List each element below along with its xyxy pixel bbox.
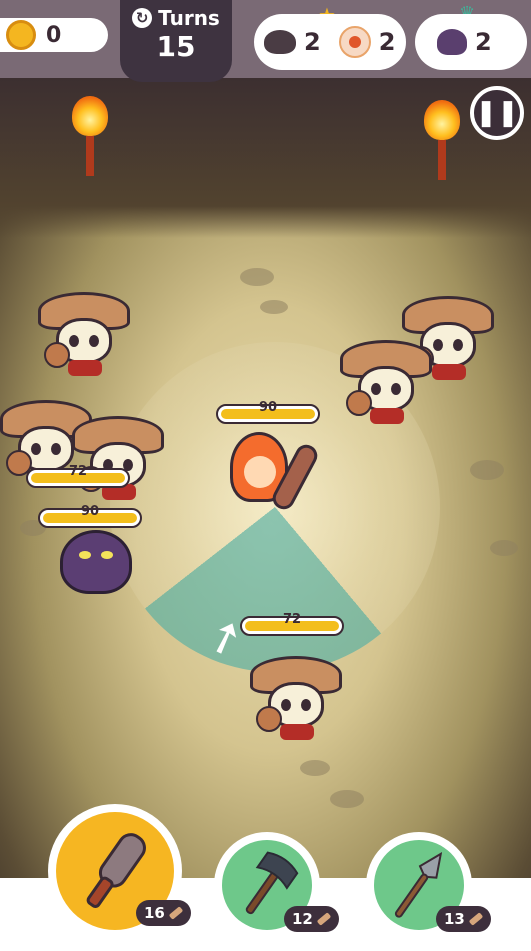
axe-count: 12 — [292, 910, 313, 928]
coin-counter: 0 — [0, 18, 108, 52]
axe-mini-icon — [316, 912, 332, 926]
enemy-hp-bar: 90 — [38, 504, 142, 528]
refresh-icon: ↻ — [132, 8, 153, 28]
torch-left — [72, 96, 108, 176]
skeleton-enemy[interactable] — [72, 416, 164, 508]
enemy-hp-bar: 72 — [240, 612, 344, 636]
hero-hp-value: 90 — [258, 400, 278, 415]
skeleton-enemy[interactable] — [340, 340, 432, 432]
turns-label: Turns — [158, 6, 220, 30]
eyeball-goal-count: 2 — [378, 28, 396, 56]
spear-count-badge: 13 — [436, 906, 491, 932]
coin-count: 0 — [46, 22, 62, 48]
enemy-hp-value: 72 — [68, 464, 88, 479]
club-mini-icon — [168, 906, 184, 920]
boss-goal-panel: 2 — [415, 14, 527, 70]
torch-right — [424, 100, 460, 180]
club-count: 16 — [144, 904, 165, 922]
snake-icon — [437, 29, 467, 55]
hero-character[interactable] — [224, 432, 322, 522]
spider-icon — [264, 30, 296, 54]
coin-icon — [6, 20, 36, 50]
spear-mini-icon — [468, 912, 484, 926]
turns-panel: ↻ Turns 15 — [120, 0, 232, 82]
enemy-hp-bar: 72 — [26, 464, 130, 488]
enemy-hp-value: 90 — [80, 504, 100, 519]
club-count-badge: 16 — [136, 900, 191, 926]
goal-panel: 2 2 — [254, 14, 406, 70]
turns-count: 15 — [156, 30, 196, 63]
snake-enemy[interactable] — [60, 530, 132, 594]
skeleton-enemy[interactable] — [38, 292, 130, 384]
spear-count: 13 — [444, 910, 465, 928]
spider-goal-count: 2 — [304, 28, 321, 56]
skeleton-enemy[interactable] — [250, 656, 342, 748]
pause-button[interactable]: ❚❚ — [470, 86, 524, 140]
eyeball-icon — [338, 26, 371, 58]
axe-count-badge: 12 — [284, 906, 339, 932]
boss-goal-count: 2 — [475, 28, 492, 56]
enemy-hp-value: 72 — [282, 612, 302, 627]
hero-hp-bar: 90 — [216, 400, 320, 424]
